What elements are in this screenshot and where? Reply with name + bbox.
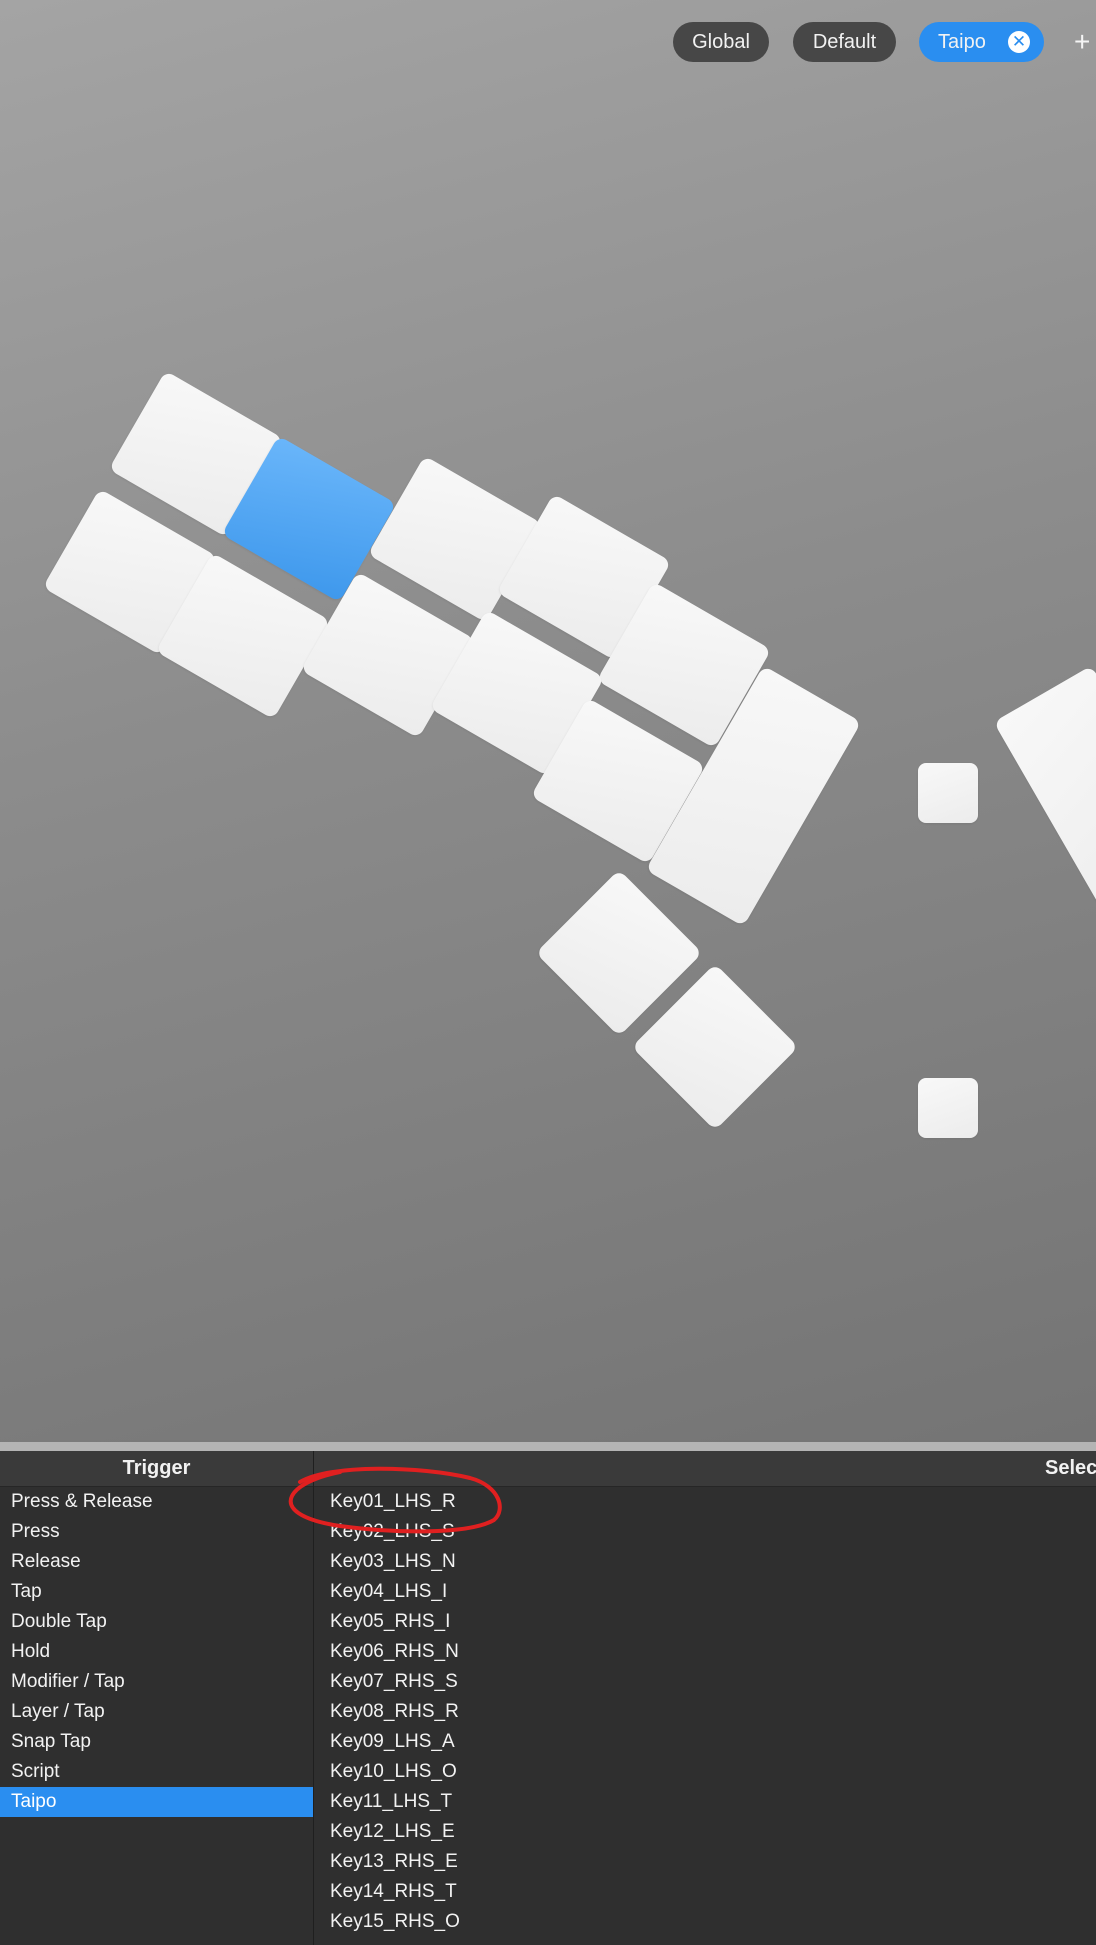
trigger-item-layer-tap[interactable]: Layer / Tap [0,1697,313,1727]
key-list-item[interactable]: Key10_LHS_O [330,1757,460,1787]
small-key[interactable] [918,1078,978,1138]
key-list-item[interactable]: Key02_LHS_S [330,1517,460,1547]
layer-tab-taipo[interactable]: Taipo ✕ [919,22,1044,62]
key-list-item[interactable]: Key13_RHS_E [330,1847,460,1877]
trigger-item-taipo[interactable]: Taipo [0,1787,313,1817]
column-divider [313,1451,314,1945]
key-list-item[interactable]: Key04_LHS_I [330,1577,460,1607]
key-list-item[interactable]: Key06_RHS_N [330,1637,460,1667]
key-list-item[interactable]: Key08_RHS_R [330,1697,460,1727]
trigger-item-tap[interactable]: Tap [0,1577,313,1607]
trigger-item-hold[interactable]: Hold [0,1637,313,1667]
small-key[interactable] [918,763,978,823]
bottom-panel: Trigger Select Press & Release Press Rel… [0,1451,1096,1945]
key-list-item[interactable]: Key03_LHS_N [330,1547,460,1577]
trigger-column-header: Trigger [122,1457,191,1479]
key-list-item[interactable]: Key01_LHS_R [330,1487,460,1517]
trigger-list: Press & Release Press Release Tap Double… [0,1487,313,1817]
layer-tab-label: Global [692,30,750,53]
keyboard-canvas: Global Default Taipo ✕ + [0,0,1096,1442]
trigger-item-double-tap[interactable]: Double Tap [0,1607,313,1637]
layer-tab-bar: Global Default Taipo ✕ [0,22,1096,62]
key-list-item[interactable]: Key15_RHS_O [330,1907,460,1937]
trigger-item-press-release[interactable]: Press & Release [0,1487,313,1517]
layer-tab-label: Default [812,30,877,53]
trigger-item-modifier-tap[interactable]: Modifier / Tap [0,1667,313,1697]
key-list-item[interactable]: Key11_LHS_T [330,1787,460,1817]
panel-header: Trigger Select [0,1451,1096,1487]
trigger-item-script[interactable]: Script [0,1757,313,1787]
panel-splitter[interactable] [0,1442,1096,1451]
key-list-item[interactable]: Key12_LHS_E [330,1817,460,1847]
key-list-item[interactable]: Key09_LHS_A [330,1727,460,1757]
layer-tab-label: Taipo [938,30,986,53]
key-list-item[interactable]: Key05_RHS_I [330,1607,460,1637]
key-list-item[interactable]: Key07_RHS_S [330,1667,460,1697]
key-list-item[interactable]: Key14_RHS_T [330,1877,460,1907]
trigger-item-snap-tap[interactable]: Snap Tap [0,1727,313,1757]
layer-tab-default[interactable]: Default [793,22,896,62]
layer-tab-global[interactable]: Global [673,22,769,62]
trigger-item-press[interactable]: Press [0,1517,313,1547]
add-layer-icon[interactable]: + [1074,22,1090,62]
close-icon[interactable]: ✕ [1008,31,1030,53]
keyboard-key-tall-right[interactable] [993,665,1096,927]
key-select-list: Key01_LHS_R Key02_LHS_S Key03_LHS_N Key0… [330,1487,460,1937]
select-column-header: Select [1045,1457,1096,1479]
trigger-item-release[interactable]: Release [0,1547,313,1577]
